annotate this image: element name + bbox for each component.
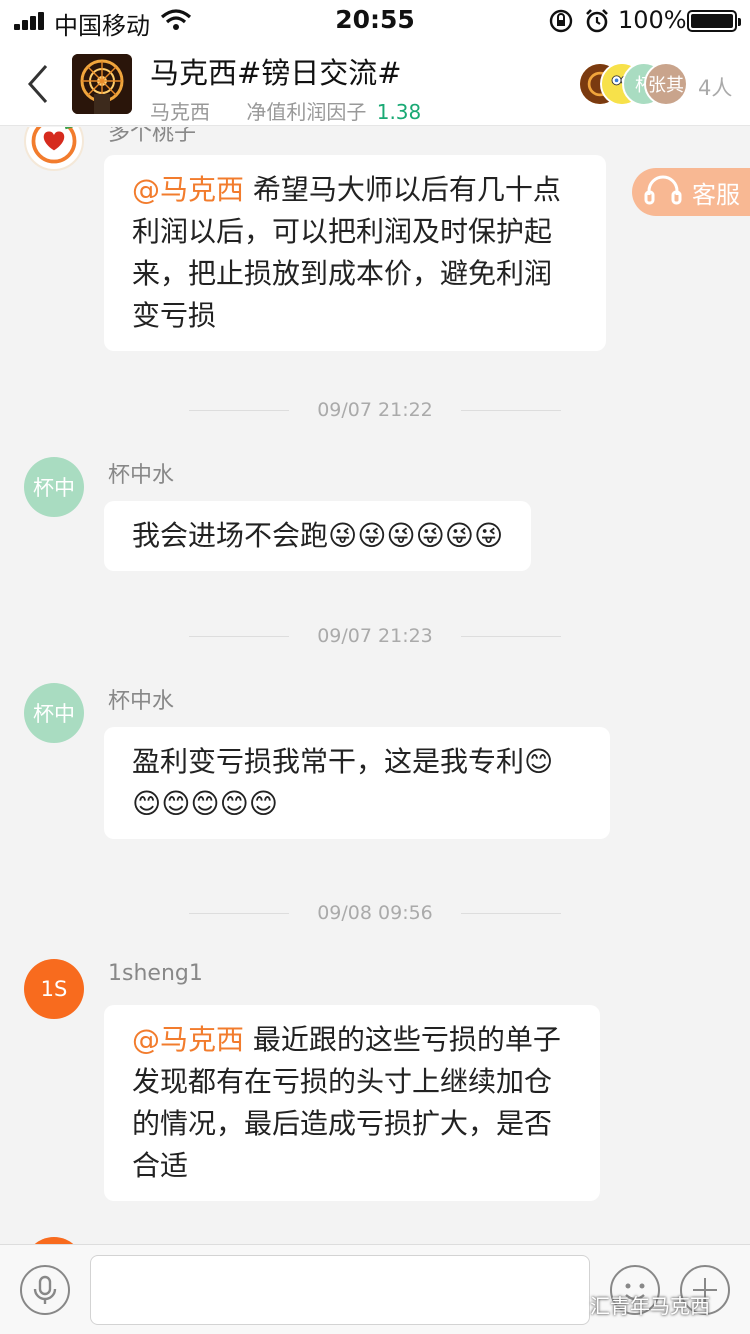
sender-name: 1sheng1 [108,961,203,986]
alarm-icon [586,9,608,33]
mention[interactable]: @马克西 [132,1023,244,1056]
battery-percentage: 100% [618,6,687,34]
sender-name: 多个桃子 [108,127,197,146]
message-text: 我会进场不会跑😜😜😜😜😜😜 [132,519,504,552]
factor-value: 1.38 [376,100,422,124]
back-button[interactable] [20,60,60,108]
group-title: 马克西#镑日交流# [150,56,402,90]
timestamp-text: 09/08 09:56 [317,902,433,924]
customer-service-label: 客服 [692,180,740,209]
input-bar [0,1244,750,1334]
sender-name: 杯中水 [108,689,175,714]
avatar[interactable] [24,127,84,171]
message-bubble[interactable]: 我会进场不会跑😜😜😜😜😜😜 [104,501,532,571]
timestamp-text: 09/07 21:22 [317,399,433,421]
avatar[interactable] [24,1237,84,1244]
message-bubble[interactable]: @马克西 最近跟的这些亏损的单子发现都有在亏损的头寸上继续加仓的情况，最后造成亏… [104,1005,600,1201]
group-avatar[interactable] [72,54,132,114]
group-owner: 马克西 [150,100,210,124]
headset-icon [644,175,682,205]
member-count[interactable]: 4人 [698,72,732,102]
timestamp-text: 09/07 21:23 [317,625,433,647]
avatar[interactable]: 杯中 [24,457,84,517]
group-subtitle: 马克西 净值利润因子 1.38 [150,96,421,125]
sender-name: 杯中水 [108,463,175,488]
voice-button[interactable] [20,1265,70,1315]
message-bubble[interactable]: @马克西 希望马大师以后有几十点利润以后，可以把利润及时保护起来，把止损放到成本… [104,155,606,351]
message-input[interactable] [90,1255,590,1325]
chat-list[interactable]: 多个桃子 @马克西 希望马大师以后有几十点利润以后，可以把利润及时保护起来，把止… [0,127,750,1244]
message-bubble[interactable]: 盈利变亏损我常干，这是我专利😊😊😊😊😊😊 [104,727,610,839]
orientation-lock-icon [549,9,573,33]
member-avatar: 张其 [644,62,688,106]
member-avatars[interactable]: 杯 张其 [578,62,698,108]
status-bar: 中国移动 20:55 100% [0,0,750,40]
battery-icon [687,10,741,32]
avatar[interactable]: 1S [24,959,84,1019]
timestamp: 09/07 21:23 [0,625,750,647]
watermark: 汇青年马克西 [590,1294,710,1318]
avatar[interactable]: 杯中 [24,683,84,743]
timestamp: 09/08 09:56 [0,902,750,924]
message-text: 盈利变亏损我常干，这是我专利😊😊😊😊😊😊 [132,745,554,820]
mention[interactable]: @马克西 [132,173,244,206]
factor-label: 净值利润因子 [246,100,367,124]
chat-header: 马克西#镑日交流# 马克西 净值利润因子 1.38 杯 张其 4人 [0,40,750,126]
customer-service-button[interactable]: 客服 [632,168,750,216]
timestamp: 09/07 21:22 [0,399,750,421]
microphone-icon [33,1275,57,1304]
